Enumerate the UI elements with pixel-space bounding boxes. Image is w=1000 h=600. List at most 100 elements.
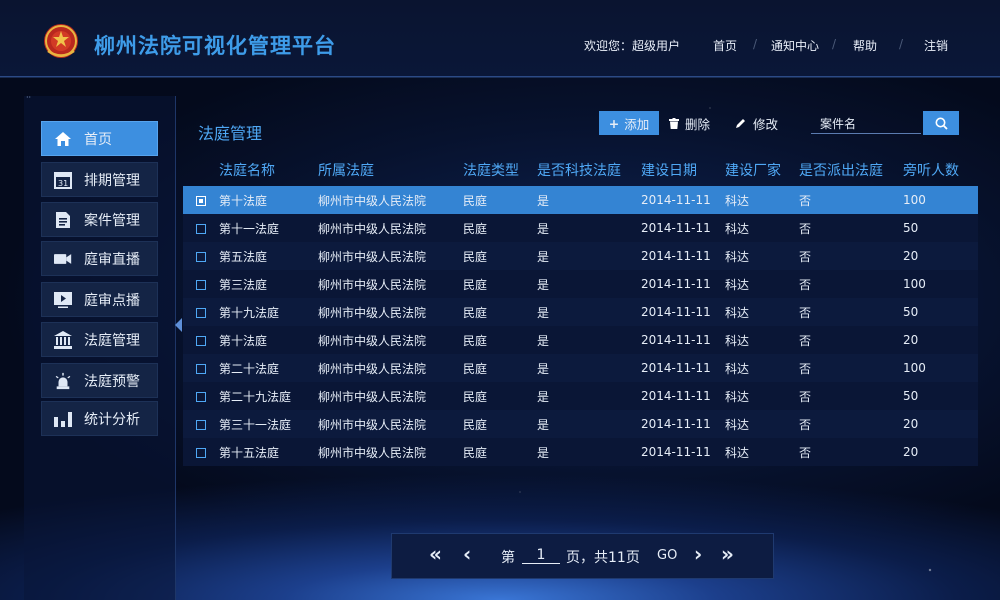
- table-row[interactable]: 第二十法庭 柳州市中级人民法院 民庭 是 2014-11-11 科达 否 100: [183, 354, 978, 382]
- search-input[interactable]: 案件名: [811, 115, 921, 134]
- sidebar-grip: ··: [26, 93, 32, 102]
- table-row[interactable]: 第十法庭 柳州市中级人民法院 民庭 是 2014-11-11 科达 否 20: [183, 326, 978, 354]
- sidebar-item-schedule[interactable]: 31 排期管理: [41, 162, 158, 197]
- table-cell: 柳州市中级人民法院: [318, 277, 427, 292]
- column-header[interactable]: 法庭类型: [463, 154, 537, 186]
- table-cell: 20: [903, 445, 919, 459]
- nav-link-notifications[interactable]: 通知中心: [771, 37, 819, 54]
- table-cell: 否: [799, 389, 812, 404]
- row-checkbox[interactable]: [196, 392, 206, 402]
- sidebar-item-live-trial[interactable]: 庭审直播: [41, 241, 158, 276]
- go-button[interactable]: GO: [657, 548, 677, 563]
- row-checkbox[interactable]: [196, 196, 206, 206]
- table-cell: 是: [537, 249, 550, 264]
- sidebar-item-label: 排期管理: [84, 172, 140, 189]
- add-button[interactable]: + 添加: [599, 111, 659, 135]
- table-cell: 第十一法庭: [183, 214, 318, 242]
- sidebar-collapse-arrow-icon[interactable]: [175, 318, 182, 332]
- column-header[interactable]: 是否派出法庭: [799, 154, 903, 186]
- pagination: « ‹ 第 1 页，共11页 GO › »: [391, 533, 774, 579]
- first-page-button[interactable]: «: [429, 542, 442, 566]
- row-checkbox[interactable]: [196, 336, 206, 346]
- table-cell: 柳州市中级人民法院: [318, 249, 427, 264]
- search-icon: [935, 117, 948, 130]
- row-checkbox[interactable]: [196, 280, 206, 290]
- table-cell: 民庭: [463, 417, 488, 432]
- row-checkbox[interactable]: [196, 224, 206, 234]
- table-cell: 2014-11-11: [641, 333, 711, 347]
- table-cell: 柳州市中级人民法院: [318, 445, 427, 460]
- sidebar-item-court-alert[interactable]: 法庭预警: [41, 363, 158, 398]
- table-cell: 100: [903, 193, 926, 207]
- court-emblem-icon: [44, 24, 78, 58]
- row-checkbox[interactable]: [196, 308, 206, 318]
- column-header[interactable]: 建设日期: [641, 154, 725, 186]
- nav-link-logout[interactable]: 注销: [924, 37, 948, 54]
- last-page-button[interactable]: »: [721, 542, 734, 566]
- row-checkbox[interactable]: [196, 364, 206, 374]
- sidebar-item-home[interactable]: 首页: [41, 121, 158, 156]
- table-cell: 第二十法庭: [183, 354, 318, 382]
- section-title: 法庭管理: [198, 124, 263, 143]
- table-cell: 是: [537, 193, 550, 208]
- row-checkbox[interactable]: [196, 448, 206, 458]
- search-button[interactable]: [923, 111, 959, 135]
- table-row[interactable]: 第三十一法庭 柳州市中级人民法院 民庭 是 2014-11-11 科达 否 20: [183, 410, 978, 438]
- table-cell: 2014-11-11: [641, 221, 711, 235]
- edit-button-label: 修改: [753, 116, 779, 132]
- row-checkbox[interactable]: [196, 252, 206, 262]
- court-name: 第十五法庭: [219, 445, 280, 460]
- table-row[interactable]: 第十九法庭 柳州市中级人民法院 民庭 是 2014-11-11 科达 否 50: [183, 298, 978, 326]
- prev-page-button[interactable]: ‹: [463, 542, 471, 566]
- table-cell: 2014-11-11: [641, 389, 711, 403]
- table-cell: 50: [903, 305, 919, 319]
- table-cell: 否: [799, 361, 812, 376]
- courthouse-icon: [54, 330, 72, 349]
- table-cell: 科达: [725, 221, 750, 236]
- nav-link-help[interactable]: 帮助: [853, 37, 877, 54]
- table-cell: 50: [903, 221, 919, 235]
- delete-button[interactable]: 删除: [669, 111, 710, 135]
- table-row[interactable]: 第十五法庭 柳州市中级人民法院 民庭 是 2014-11-11 科达 否 20: [183, 438, 978, 466]
- column-header[interactable]: 所属法庭: [318, 154, 463, 186]
- column-header[interactable]: 法庭名称: [183, 154, 318, 186]
- table-cell: 科达: [725, 445, 750, 460]
- video-camera-icon: [54, 250, 72, 268]
- svg-text:31: 31: [58, 179, 68, 188]
- sidebar: ·· 首页 31 排期管理 案件管理 庭审直播 庭审点播 法庭管理 法庭预警 统…: [24, 93, 176, 600]
- table-row[interactable]: 第三法庭 柳州市中级人民法院 民庭 是 2014-11-11 科达 否 100: [183, 270, 978, 298]
- table-row[interactable]: 第十法庭 柳州市中级人民法院 民庭 是 2014-11-11 科达 否 100: [183, 186, 978, 214]
- edit-button[interactable]: 修改: [735, 111, 778, 135]
- column-header[interactable]: 建设厂家: [725, 154, 799, 186]
- column-header[interactable]: 旁听人数: [903, 154, 978, 186]
- table-cell: 否: [799, 417, 812, 432]
- sidebar-item-court-mgmt[interactable]: 法庭管理: [41, 322, 158, 357]
- table-cell: 科达: [725, 193, 750, 208]
- table-cell: 柳州市中级人民法院: [318, 333, 427, 348]
- delete-button-label: 删除: [685, 116, 711, 132]
- table-cell: 否: [799, 193, 812, 208]
- sidebar-item-trial-vod[interactable]: 庭审点播: [41, 282, 158, 317]
- column-header[interactable]: 是否科技法庭: [537, 154, 641, 186]
- court-name: 第十九法庭: [219, 305, 280, 320]
- row-checkbox[interactable]: [196, 420, 206, 430]
- table-row[interactable]: 第五法庭 柳州市中级人民法院 民庭 是 2014-11-11 科达 否 20: [183, 242, 978, 270]
- table-cell: 第十五法庭: [183, 438, 318, 466]
- table-cell: 第十法庭: [183, 326, 318, 354]
- alarm-light-icon: [54, 372, 72, 390]
- table-cell: 民庭: [463, 445, 488, 460]
- table-cell: 科达: [725, 417, 750, 432]
- table-row[interactable]: 第十一法庭 柳州市中级人民法院 民庭 是 2014-11-11 科达 否 50: [183, 214, 978, 242]
- page-number-input[interactable]: 1: [522, 547, 560, 564]
- court-name: 第三法庭: [219, 277, 268, 292]
- table-cell: 否: [799, 305, 812, 320]
- table-cell: 是: [537, 221, 550, 236]
- nav-link-home[interactable]: 首页: [713, 37, 737, 54]
- sidebar-item-statistics[interactable]: 统计分析: [41, 401, 158, 436]
- nav-separator: /: [753, 37, 758, 51]
- next-page-button[interactable]: ›: [694, 542, 702, 566]
- sidebar-item-cases[interactable]: 案件管理: [41, 202, 158, 237]
- table-cell: 第二十九法庭: [183, 382, 318, 410]
- table-row[interactable]: 第二十九法庭 柳州市中级人民法院 民庭 是 2014-11-11 科达 否 50: [183, 382, 978, 410]
- page-total-text: 页，共11页: [566, 550, 640, 566]
